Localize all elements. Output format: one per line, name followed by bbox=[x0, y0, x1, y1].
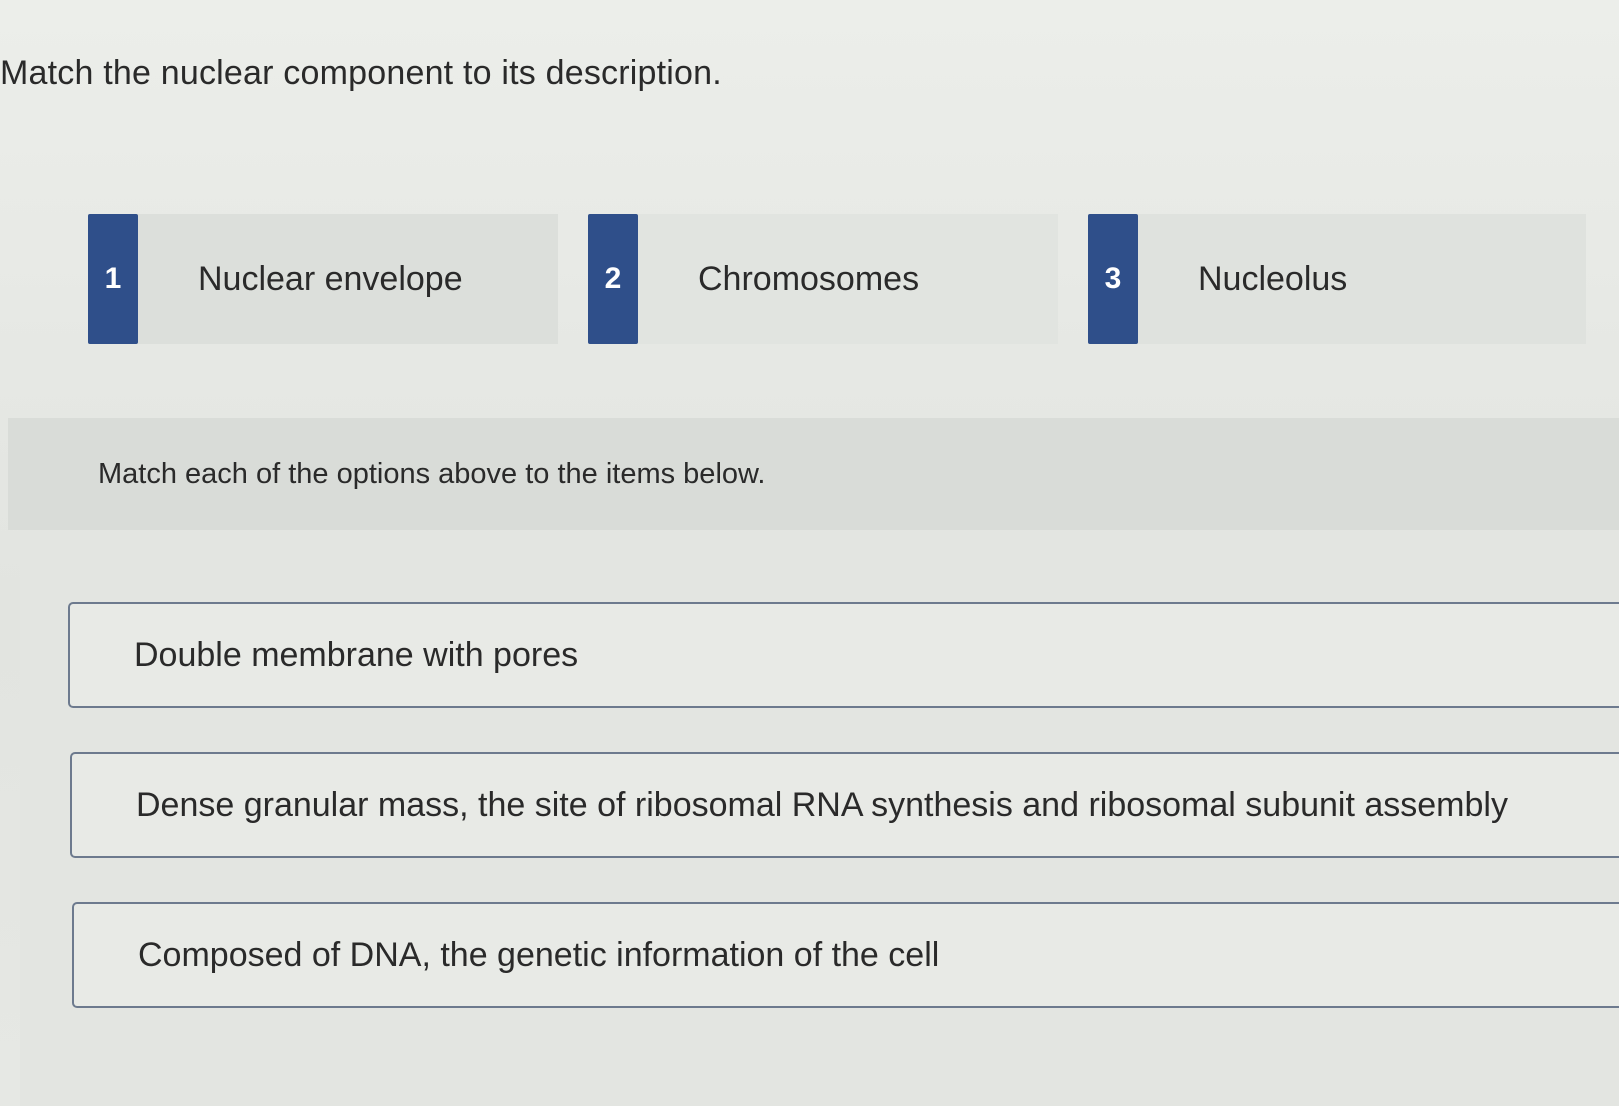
match-item-text: Dense granular mass, the site of ribosom… bbox=[136, 785, 1508, 824]
option-number-badge: 2 bbox=[588, 214, 638, 344]
options-row: 1 Nuclear envelope 2 Chromosomes 3 Nucle… bbox=[88, 214, 1586, 346]
question-title: Match the nuclear component to its descr… bbox=[0, 54, 722, 92]
option-label: Nucleolus bbox=[1198, 259, 1348, 298]
match-drop-target[interactable]: Dense granular mass, the site of ribosom… bbox=[70, 752, 1619, 858]
option-number-badge: 1 bbox=[88, 214, 138, 344]
instructions-text: Match each of the options above to the i… bbox=[98, 458, 766, 490]
match-drop-target[interactable]: Composed of DNA, the genetic information… bbox=[72, 902, 1619, 1008]
option-nucleolus[interactable]: 3 Nucleolus bbox=[1088, 214, 1586, 344]
match-items-area: Double membrane with pores Dense granula… bbox=[20, 530, 1619, 1106]
instructions-band: Match each of the options above to the i… bbox=[8, 418, 1619, 530]
match-item-text: Double membrane with pores bbox=[134, 635, 579, 674]
option-nuclear-envelope[interactable]: 1 Nuclear envelope bbox=[88, 214, 558, 344]
question-page: Match the nuclear component to its descr… bbox=[0, 0, 1619, 1106]
option-chromosomes[interactable]: 2 Chromosomes bbox=[588, 214, 1058, 344]
option-number-badge: 3 bbox=[1088, 214, 1138, 344]
match-item-text: Composed of DNA, the genetic information… bbox=[138, 935, 940, 974]
match-drop-target[interactable]: Double membrane with pores bbox=[68, 602, 1619, 708]
option-label: Nuclear envelope bbox=[198, 259, 463, 298]
option-label: Chromosomes bbox=[698, 259, 920, 298]
